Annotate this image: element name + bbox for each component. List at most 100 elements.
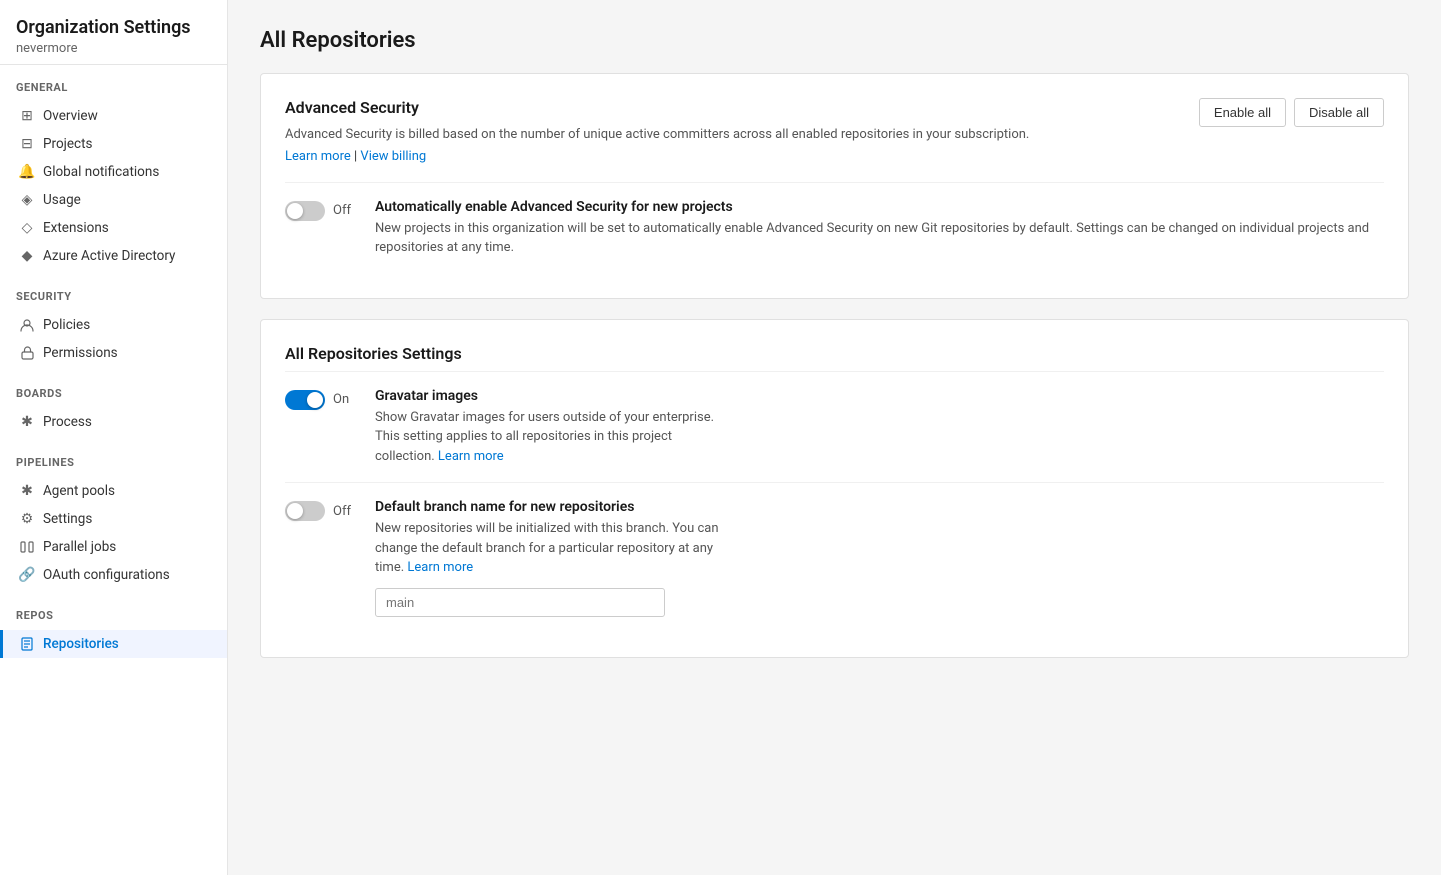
process-icon: ✱	[19, 414, 35, 430]
sidebar-item-settings-label: Settings	[43, 511, 92, 527]
org-title: Organization Settings	[16, 16, 211, 39]
default-branch-toggle[interactable]	[285, 501, 325, 521]
default-branch-learn-more-link[interactable]: Learn more	[407, 560, 473, 575]
sidebar-section-general-label: General	[0, 81, 227, 102]
gravatar-desc: Show Gravatar images for users outside o…	[375, 408, 714, 467]
gravatar-desc-line3: collection.	[375, 449, 435, 464]
advsec-toggle-area: Off	[285, 201, 355, 221]
org-subtitle: nevermore	[16, 41, 211, 56]
default-branch-toggle-label: Off	[333, 504, 351, 519]
sidebar-item-repositories-label: Repositories	[43, 636, 119, 652]
enable-all-button[interactable]: Enable all	[1199, 98, 1286, 127]
overview-icon: ⊞	[19, 108, 35, 124]
agent-pools-icon: ✱	[19, 483, 35, 499]
sidebar-item-process[interactable]: ✱ Process	[0, 408, 227, 436]
default-branch-toggle-row: Off Default branch name for new reposito…	[285, 482, 1384, 633]
sidebar-item-usage-label: Usage	[43, 192, 81, 208]
default-branch-toggle-thumb	[287, 503, 303, 519]
sidebar-item-overview-label: Overview	[43, 108, 98, 124]
advanced-security-toggle-row: Off Automatically enable Advanced Securi…	[285, 182, 1384, 274]
policies-icon	[19, 317, 35, 333]
gravatar-toggle-track[interactable]	[285, 390, 325, 410]
sidebar-section-repos: Repos Repositories	[0, 593, 227, 662]
sidebar-item-agent-pools[interactable]: ✱ Agent pools	[0, 477, 227, 505]
gravatar-desc-line2: This setting applies to all repositories…	[375, 429, 672, 444]
sidebar-item-aad-label: Azure Active Directory	[43, 248, 175, 264]
sidebar-item-repositories[interactable]: Repositories	[0, 630, 227, 658]
gravatar-toggle-row: On Gravatar images Show Gravatar images …	[285, 371, 1384, 483]
aad-icon: ◆	[19, 248, 35, 264]
gravatar-toggle[interactable]	[285, 390, 325, 410]
sidebar-item-global-notifications[interactable]: 🔔 Global notifications	[0, 158, 227, 186]
sidebar-item-projects[interactable]: ⊟ Projects	[0, 130, 227, 158]
sidebar-item-parallel-jobs[interactable]: Parallel jobs	[0, 533, 227, 561]
sidebar-item-azure-active-directory[interactable]: ◆ Azure Active Directory	[0, 242, 227, 270]
sidebar-item-oauth-label: OAuth configurations	[43, 567, 170, 583]
usage-icon: ◈	[19, 192, 35, 208]
sidebar-item-global-notifications-label: Global notifications	[43, 164, 159, 180]
sidebar-item-permissions[interactable]: Permissions	[0, 339, 227, 367]
permissions-icon	[19, 345, 35, 361]
advanced-security-desc: Advanced Security is billed based on the…	[285, 125, 1029, 145]
default-branch-desc-line3: time.	[375, 560, 404, 575]
gravatar-desc-line1: Show Gravatar images for users outside o…	[375, 410, 714, 425]
advsec-toggle[interactable]	[285, 201, 325, 221]
advanced-security-title: Advanced Security	[285, 98, 1029, 117]
notifications-icon: 🔔	[19, 164, 35, 180]
all-repositories-settings-card: All Repositories Settings On Gravatar im…	[260, 319, 1409, 658]
advanced-security-links: Learn more | View billing	[285, 149, 1029, 164]
sidebar-item-process-label: Process	[43, 414, 92, 430]
default-branch-toggle-content: Default branch name for new repositories…	[375, 499, 719, 617]
page-title: All Repositories	[260, 28, 1409, 53]
advsec-toggle-title: Automatically enable Advanced Security f…	[375, 199, 1384, 215]
sidebar-section-pipelines: Pipelines ✱ Agent pools ⚙ Settings Paral…	[0, 440, 227, 593]
card-header-right: Enable all Disable all	[1199, 98, 1384, 127]
gravatar-toggle-thumb	[307, 392, 323, 408]
sidebar-section-boards: Boards ✱ Process	[0, 371, 227, 440]
sidebar-header: Organization Settings nevermore	[0, 0, 227, 65]
advsec-toggle-content: Automatically enable Advanced Security f…	[375, 199, 1384, 258]
sidebar-item-policies-label: Policies	[43, 317, 90, 333]
extensions-icon: ◇	[19, 220, 35, 236]
default-branch-toggle-area: Off	[285, 501, 355, 521]
gravatar-title: Gravatar images	[375, 388, 714, 404]
disable-all-button[interactable]: Disable all	[1294, 98, 1384, 127]
default-branch-title: Default branch name for new repositories	[375, 499, 719, 515]
settings-icon: ⚙	[19, 511, 35, 527]
advsec-toggle-track[interactable]	[285, 201, 325, 221]
oauth-icon: 🔗	[19, 567, 35, 583]
sidebar-item-extensions[interactable]: ◇ Extensions	[0, 214, 227, 242]
view-billing-link[interactable]: View billing	[360, 149, 426, 164]
gravatar-learn-more-link[interactable]: Learn more	[438, 449, 504, 464]
card-header-advanced-security: Advanced Security Advanced Security is b…	[285, 98, 1384, 182]
default-branch-desc-line2: change the default branch for a particul…	[375, 541, 713, 556]
sidebar-item-parallel-jobs-label: Parallel jobs	[43, 539, 116, 555]
sidebar-item-overview[interactable]: ⊞ Overview	[0, 102, 227, 130]
sidebar-item-policies[interactable]: Policies	[0, 311, 227, 339]
sidebar-section-general: General ⊞ Overview ⊟ Projects 🔔 Global n…	[0, 65, 227, 274]
card-header-left: Advanced Security Advanced Security is b…	[285, 98, 1029, 182]
main-content: All Repositories Advanced Security Advan…	[228, 0, 1441, 875]
sidebar-section-boards-label: Boards	[0, 387, 227, 408]
sidebar-item-settings[interactable]: ⚙ Settings	[0, 505, 227, 533]
sidebar-item-projects-label: Projects	[43, 136, 93, 152]
sidebar-section-pipelines-label: Pipelines	[0, 456, 227, 477]
branch-name-input[interactable]	[375, 588, 665, 617]
all-repos-settings-title: All Repositories Settings	[285, 344, 1384, 363]
sidebar-section-repos-label: Repos	[0, 609, 227, 630]
advsec-toggle-desc: New projects in this organization will b…	[375, 219, 1384, 258]
advsec-toggle-label: Off	[333, 203, 351, 218]
sidebar-item-usage[interactable]: ◈ Usage	[0, 186, 227, 214]
repositories-icon	[19, 636, 35, 652]
sidebar-item-agent-pools-label: Agent pools	[43, 483, 115, 499]
sidebar-item-oauth-configurations[interactable]: 🔗 OAuth configurations	[0, 561, 227, 589]
default-branch-desc-line1: New repositories will be initialized wit…	[375, 521, 719, 536]
advanced-security-card: Advanced Security Advanced Security is b…	[260, 73, 1409, 299]
learn-more-link[interactable]: Learn more	[285, 149, 351, 164]
default-branch-desc: New repositories will be initialized wit…	[375, 519, 719, 578]
sidebar-item-permissions-label: Permissions	[43, 345, 118, 361]
sidebar: Organization Settings nevermore General …	[0, 0, 228, 875]
default-branch-toggle-track[interactable]	[285, 501, 325, 521]
sidebar-section-security: Security Policies Permissions	[0, 274, 227, 371]
sidebar-section-security-label: Security	[0, 290, 227, 311]
